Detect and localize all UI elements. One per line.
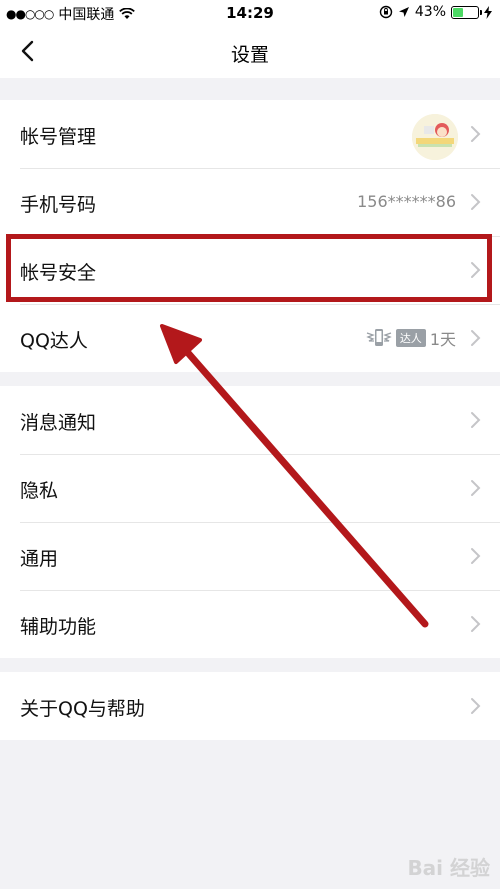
chevron-right-icon	[471, 330, 481, 346]
chevron-right-icon	[471, 698, 481, 714]
settings-item-privacy[interactable]: 隐私	[0, 454, 500, 522]
settings-item-phone-number[interactable]: 手机号码 156******86	[0, 168, 500, 236]
rotation-lock-icon	[379, 5, 393, 19]
status-right: 43%	[379, 4, 492, 20]
settings-item-label: 通用	[20, 548, 59, 570]
phone-wings-icon	[366, 329, 392, 346]
phone-number-value: 156******86	[357, 192, 456, 211]
about-settings-group: 关于QQ与帮助	[0, 672, 500, 740]
location-icon	[398, 7, 409, 17]
settings-item-label: 隐私	[20, 480, 59, 502]
settings-item-label: 手机号码	[20, 194, 97, 216]
navigation-bar: 设置	[0, 26, 500, 78]
chevron-right-icon	[471, 616, 481, 632]
chevron-right-icon	[471, 412, 481, 428]
expert-days-value: 1天	[429, 330, 456, 349]
chevron-right-icon	[471, 126, 481, 142]
settings-item-notifications[interactable]: 消息通知	[0, 386, 500, 454]
charging-bolt-icon	[484, 5, 492, 19]
settings-item-label: 消息通知	[20, 412, 97, 434]
page-title: 设置	[230, 44, 269, 66]
settings-item-qq-expert[interactable]: QQ达人 达人 1天	[0, 304, 500, 372]
qq-expert-badge: 达人 1天	[366, 326, 456, 350]
highlight-box	[6, 234, 492, 302]
battery-icon	[451, 5, 482, 19]
settings-item-accessibility[interactable]: 辅助功能	[0, 590, 500, 658]
battery-percent: 43%	[414, 4, 446, 20]
expert-badge-label: 达人	[395, 329, 426, 347]
settings-item-label: QQ达人	[20, 330, 88, 352]
chevron-right-icon	[471, 194, 481, 210]
settings-item-account-management[interactable]: 帐号管理	[0, 100, 500, 168]
status-bar: ●●○○○ 中国联通 14:29 43%	[0, 0, 500, 26]
settings-item-label: 帐号管理	[20, 126, 97, 148]
settings-item-about-help[interactable]: 关于QQ与帮助	[0, 672, 500, 740]
settings-item-label: 辅助功能	[20, 616, 97, 638]
avatar	[412, 114, 458, 160]
settings-item-label: 关于QQ与帮助	[20, 698, 145, 720]
watermark: Bai 经验	[407, 856, 490, 880]
general-settings-group: 消息通知 隐私 通用 辅助功能	[0, 386, 500, 658]
chevron-right-icon	[471, 480, 481, 496]
chevron-right-icon	[471, 548, 481, 564]
settings-item-general[interactable]: 通用	[0, 522, 500, 590]
